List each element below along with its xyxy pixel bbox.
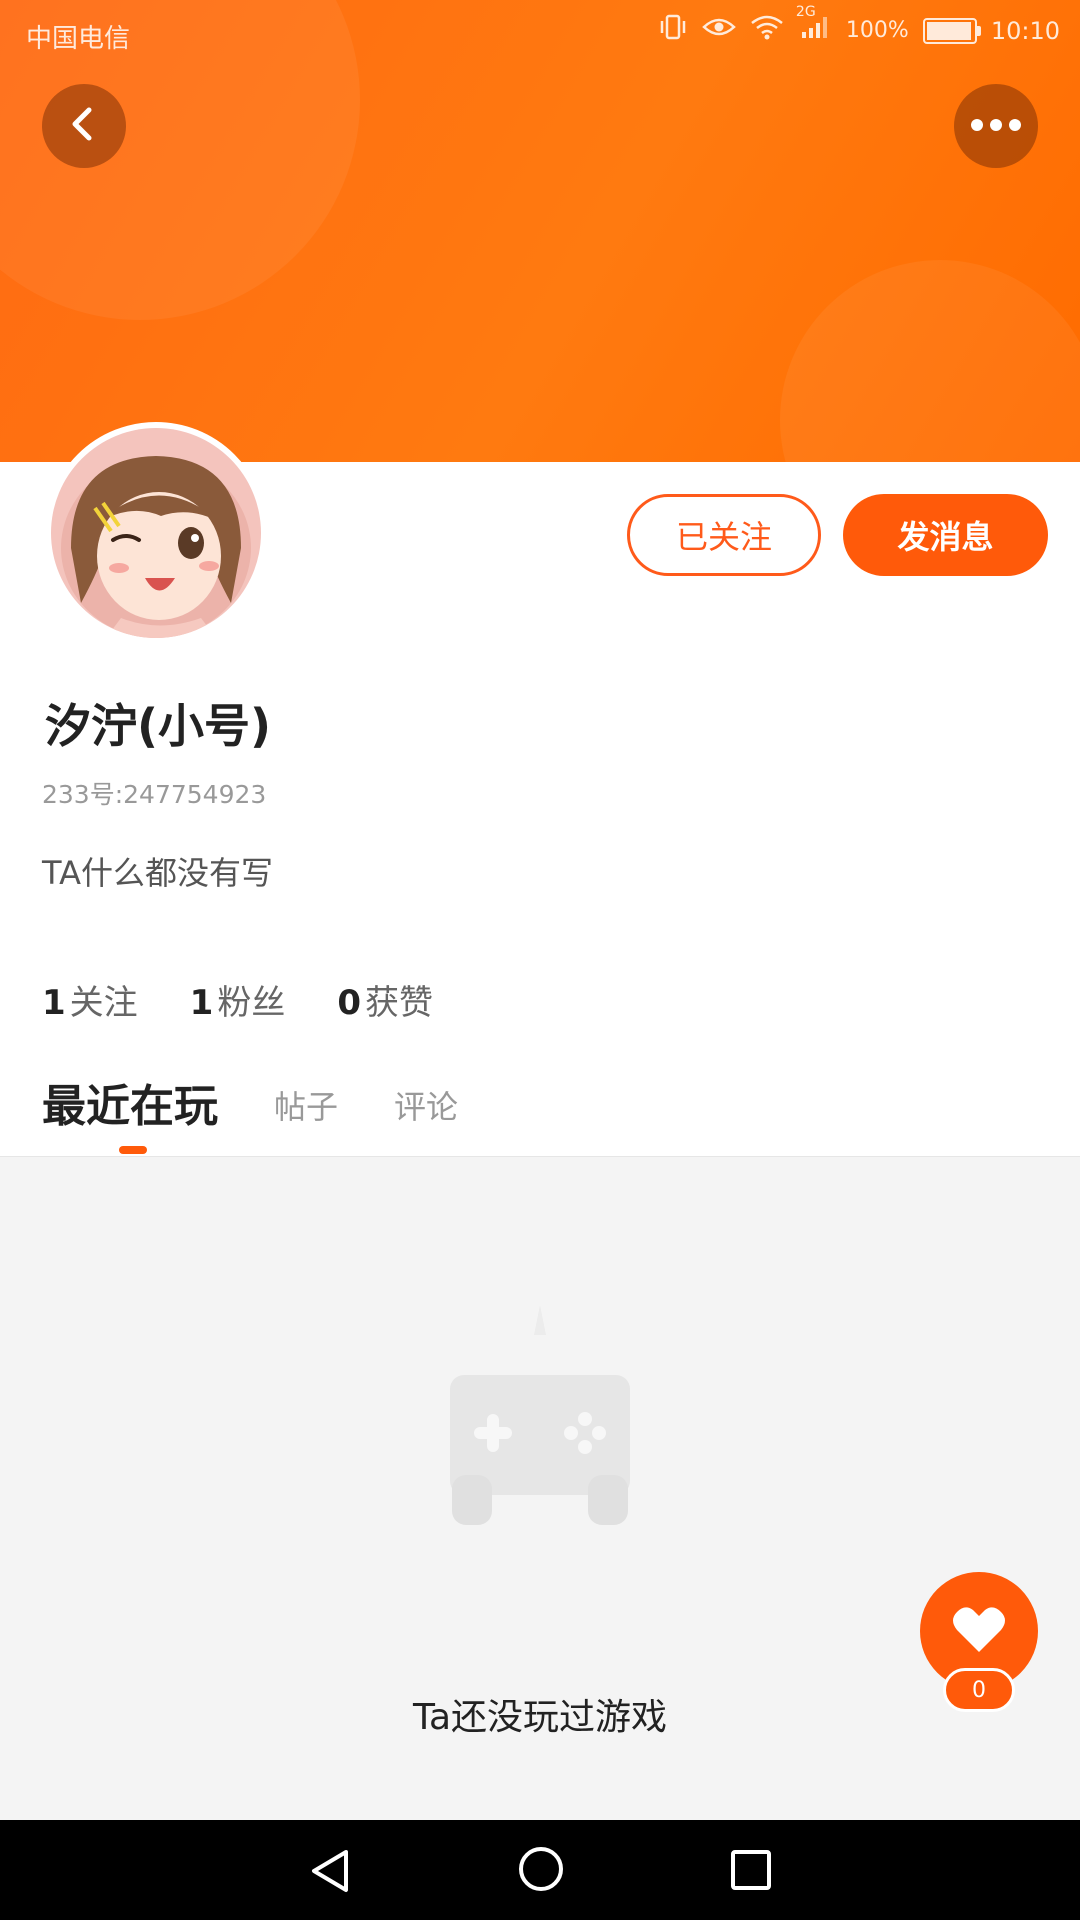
chevron-left-icon: [64, 104, 104, 148]
avatar-image: [51, 428, 261, 638]
nav-back-icon[interactable]: [308, 1848, 352, 1898]
like-count-badge: 0: [943, 1668, 1015, 1712]
eye-comfort-icon: [702, 15, 736, 46]
carrier-label: 中国电信: [26, 24, 131, 54]
tab-comments[interactable]: 评论: [394, 1082, 458, 1134]
stat-following[interactable]: 1 关注: [42, 975, 138, 1024]
send-message-button[interactable]: 发消息: [843, 494, 1048, 576]
avatar[interactable]: [45, 422, 267, 644]
user-stats: 1 关注 1 粉丝 0 获赞: [42, 975, 433, 1024]
signal-icon: 2G: [796, 4, 832, 47]
active-tab-indicator: [119, 1146, 147, 1154]
more-button[interactable]: [954, 84, 1038, 168]
clock: 10:10: [990, 16, 1060, 45]
battery-percent: 100%: [845, 18, 909, 43]
stat-label: 关注: [69, 983, 138, 1023]
vibrate-icon: [658, 14, 688, 47]
user-bio: TA什么都没有写: [42, 854, 273, 892]
battery-icon: [922, 17, 981, 44]
more-dots-icon: [970, 117, 1022, 136]
system-nav-bar: [0, 1820, 1080, 1920]
network-type-label: 2G: [795, 4, 816, 20]
profile-header-banner: 中国电信 2G 100% 10:10: [0, 0, 1080, 462]
stat-count: 0: [337, 983, 362, 1023]
heart-icon: [951, 1604, 1007, 1658]
gamepad-icon: [430, 1295, 650, 1539]
user-id: 233号:247754923: [42, 780, 267, 809]
profile-tabs: 最近在玩 帖子 评论: [42, 1070, 458, 1134]
banner-decoration: [780, 260, 1080, 462]
status-bar: 中国电信 2G 100% 10:10: [0, 0, 1080, 68]
stat-label: 粉丝: [217, 983, 286, 1023]
user-name: 汐泞(小号): [45, 699, 272, 753]
followed-button[interactable]: 已关注: [627, 494, 821, 576]
stat-label: 获赞: [365, 983, 434, 1023]
nav-home-icon[interactable]: [518, 1846, 564, 1896]
tab-recently-played[interactable]: 最近在玩: [42, 1070, 218, 1134]
wifi-icon: [750, 14, 784, 47]
stat-count: 1: [189, 983, 214, 1023]
empty-state-text: Ta还没玩过游戏: [412, 1697, 668, 1738]
nav-recents-icon[interactable]: [730, 1849, 772, 1895]
stat-likes[interactable]: 0 获赞: [337, 975, 433, 1024]
tab-posts[interactable]: 帖子: [274, 1082, 338, 1134]
stat-fans[interactable]: 1 粉丝: [190, 975, 286, 1024]
stat-count: 1: [42, 983, 66, 1023]
back-button[interactable]: [42, 84, 126, 168]
